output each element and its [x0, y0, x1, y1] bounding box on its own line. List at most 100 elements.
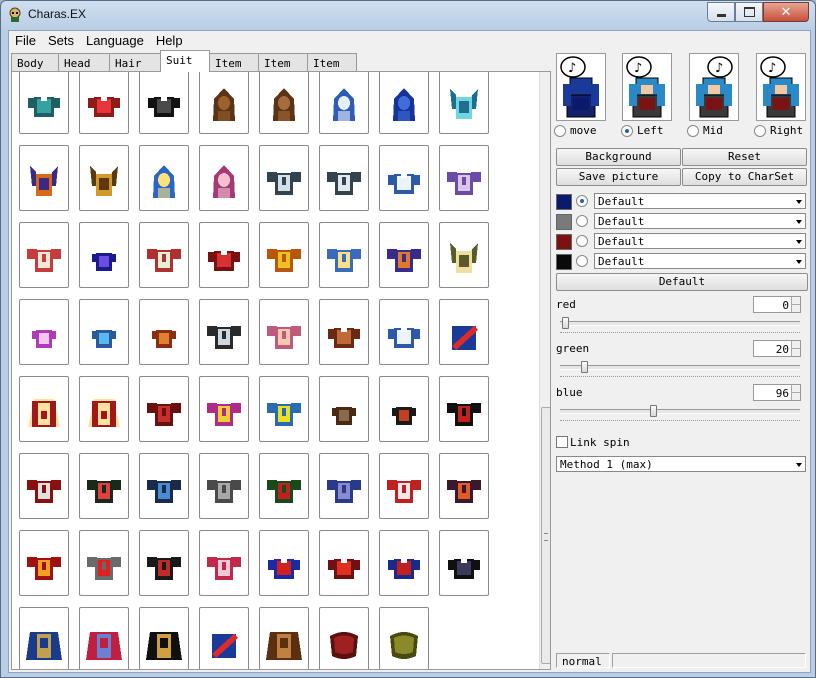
suit-thumbnail[interactable] — [439, 72, 489, 134]
suit-thumbnail[interactable] — [319, 376, 369, 442]
suit-thumbnail[interactable] — [379, 607, 429, 669]
tab-suit[interactable]: Suit — [160, 50, 210, 72]
suit-thumbnail[interactable] — [259, 453, 309, 519]
red-slider-thumb[interactable] — [562, 317, 569, 329]
tab-hair[interactable]: Hair — [109, 53, 161, 72]
suit-thumbnail[interactable] — [259, 145, 309, 211]
menu-language[interactable]: Language — [80, 31, 150, 51]
suit-thumbnail[interactable] — [79, 376, 129, 442]
suit-thumbnail[interactable] — [79, 145, 129, 211]
suit-thumbnail[interactable] — [439, 530, 489, 596]
tab-body[interactable]: Body — [11, 53, 59, 72]
color-radio-1[interactable] — [576, 195, 588, 207]
suit-thumbnail[interactable] — [199, 530, 249, 596]
green-slider-thumb[interactable] — [581, 361, 588, 373]
radio-right[interactable]: Right — [754, 124, 803, 137]
title-bar[interactable]: Charas.EX ✕ — [1, 1, 815, 29]
suit-thumbnail[interactable] — [319, 607, 369, 669]
menu-file[interactable]: File — [9, 31, 42, 51]
blue-slider-thumb[interactable] — [650, 405, 657, 417]
suit-thumbnail[interactable] — [19, 530, 69, 596]
suit-thumbnail[interactable] — [379, 376, 429, 442]
radio-mid[interactable]: Mid — [687, 124, 723, 137]
suit-thumbnail[interactable] — [259, 72, 309, 134]
background-button[interactable]: Background — [556, 148, 681, 166]
spin-down-icon[interactable] — [791, 349, 800, 356]
suit-thumbnail[interactable] — [319, 72, 369, 134]
spin-up-icon[interactable] — [791, 297, 800, 305]
menu-help[interactable]: Help — [150, 31, 189, 51]
suit-thumbnail[interactable] — [139, 376, 189, 442]
spin-up-icon[interactable] — [791, 341, 800, 349]
reset-button[interactable]: Reset — [682, 148, 807, 166]
default-button[interactable]: Default — [556, 273, 808, 291]
suit-thumbnail[interactable] — [139, 222, 189, 288]
suit-thumbnail[interactable] — [319, 145, 369, 211]
suit-thumbnail[interactable] — [19, 376, 69, 442]
suit-thumbnail[interactable] — [199, 453, 249, 519]
tab-head[interactable]: Head — [58, 53, 110, 72]
suit-thumbnail[interactable] — [259, 299, 309, 365]
blue-spinbox[interactable]: 96 — [753, 384, 801, 401]
suit-thumbnail[interactable] — [379, 222, 429, 288]
suit-thumbnail[interactable] — [139, 299, 189, 365]
suit-thumbnail[interactable] — [439, 222, 489, 288]
suit-thumbnail[interactable] — [379, 145, 429, 211]
suit-thumbnail[interactable] — [139, 145, 189, 211]
suit-thumbnail[interactable] — [139, 530, 189, 596]
suit-thumbnail[interactable] — [319, 453, 369, 519]
suit-thumbnail[interactable] — [19, 453, 69, 519]
suit-thumbnail[interactable] — [19, 222, 69, 288]
suit-thumbnail[interactable] — [379, 72, 429, 134]
method-select[interactable]: Method 1 (max) — [556, 456, 806, 472]
suit-thumbnail[interactable] — [19, 299, 69, 365]
menu-sets[interactable]: Sets — [42, 31, 80, 51]
suit-thumbnail[interactable] — [79, 530, 129, 596]
suit-thumbnail[interactable] — [199, 376, 249, 442]
suit-thumbnail[interactable] — [139, 453, 189, 519]
suit-thumbnail[interactable] — [439, 299, 489, 365]
suit-thumbnail[interactable] — [79, 72, 129, 134]
color-radio-4[interactable] — [576, 255, 588, 267]
suit-thumbnail[interactable] — [139, 72, 189, 134]
suit-thumbnail[interactable] — [319, 530, 369, 596]
color-radio-3[interactable] — [576, 235, 588, 247]
suit-thumbnail[interactable] — [139, 607, 189, 669]
suit-thumbnail[interactable] — [19, 72, 69, 134]
color-radio-2[interactable] — [576, 215, 588, 227]
spin-up-icon[interactable] — [791, 385, 800, 393]
suit-thumbnail[interactable] — [199, 222, 249, 288]
suit-thumbnail[interactable] — [199, 607, 249, 669]
color-select-1[interactable]: Default — [594, 193, 806, 209]
green-slider-track[interactable] — [560, 365, 800, 370]
color-select-3[interactable]: Default — [594, 233, 806, 249]
spin-down-icon[interactable] — [791, 305, 800, 312]
suit-thumbnail[interactable] — [19, 145, 69, 211]
suit-thumbnail[interactable] — [199, 145, 249, 211]
tab-item-3[interactable]: Item 3 — [307, 53, 357, 83]
suit-thumbnail[interactable] — [379, 453, 429, 519]
gallery-scrollbar[interactable] — [539, 72, 550, 669]
color-select-2[interactable]: Default — [594, 213, 806, 229]
suit-thumbnail[interactable] — [259, 222, 309, 288]
suit-thumbnail[interactable] — [199, 72, 249, 134]
suit-thumbnail[interactable] — [439, 145, 489, 211]
suit-thumbnail[interactable] — [259, 530, 309, 596]
red-slider-track[interactable] — [560, 321, 800, 326]
minimize-button[interactable] — [707, 2, 735, 22]
tab-item-1[interactable]: Item 1 — [209, 53, 259, 83]
suit-thumbnail[interactable] — [259, 376, 309, 442]
suit-thumbnail[interactable] — [379, 299, 429, 365]
maximize-button[interactable] — [735, 2, 763, 22]
tab-item-2[interactable]: Item 2 — [258, 53, 308, 83]
copy-to-charset-button[interactable]: Copy to CharSet — [682, 168, 807, 186]
suit-thumbnail[interactable] — [79, 607, 129, 669]
radio-left[interactable]: Left — [621, 124, 664, 137]
save-picture-button[interactable]: Save picture — [556, 168, 681, 186]
green-spinbox[interactable]: 20 — [753, 340, 801, 357]
suit-thumbnail[interactable] — [439, 453, 489, 519]
suit-thumbnail[interactable] — [319, 299, 369, 365]
suit-thumbnail[interactable] — [259, 607, 309, 669]
suit-thumbnail[interactable] — [79, 222, 129, 288]
suit-thumbnail[interactable] — [319, 222, 369, 288]
